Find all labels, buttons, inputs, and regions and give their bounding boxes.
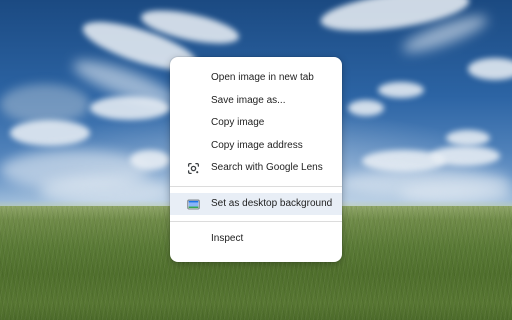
menu-item-copy-image[interactable]: Copy image: [170, 112, 342, 135]
menu-item-label: Set as desktop background: [211, 197, 333, 209]
menu-item-label: Save image as...: [211, 94, 286, 106]
cloud: [0, 84, 90, 124]
menu-item-search-with-google-lens[interactable]: Search with Google Lens: [170, 157, 342, 180]
menu-item-label: Open image in new tab: [211, 72, 314, 83]
menu-separator: [170, 221, 342, 222]
desktop-background-icon: [187, 199, 200, 209]
cloud: [378, 82, 424, 98]
cloud: [348, 100, 384, 116]
context-menu: Open image in new tab Save image as... C…: [170, 57, 342, 262]
menu-item-label: Copy image address: [211, 139, 303, 151]
menu-item-save-image-as[interactable]: Save image as...: [170, 90, 342, 113]
menu-item-inspect[interactable]: Inspect: [170, 228, 342, 251]
menu-item-label: Inspect: [211, 233, 244, 244]
menu-item-set-as-desktop-background[interactable]: Set as desktop background: [170, 192, 342, 215]
cloud: [10, 120, 90, 146]
menu-item-open-image-in-new-tab[interactable]: Open image in new tab: [170, 67, 342, 90]
menu-separator: [170, 185, 342, 187]
cloud: [430, 146, 500, 166]
cloud: [90, 96, 170, 120]
cloud: [446, 130, 490, 146]
menu-item-copy-image-address[interactable]: Copy image address: [170, 135, 342, 158]
menu-item-label: Copy image: [211, 117, 265, 128]
menu-item-label: Search with Google Lens: [211, 162, 323, 173]
cloud: [130, 150, 170, 170]
google-lens-icon: [187, 162, 200, 175]
